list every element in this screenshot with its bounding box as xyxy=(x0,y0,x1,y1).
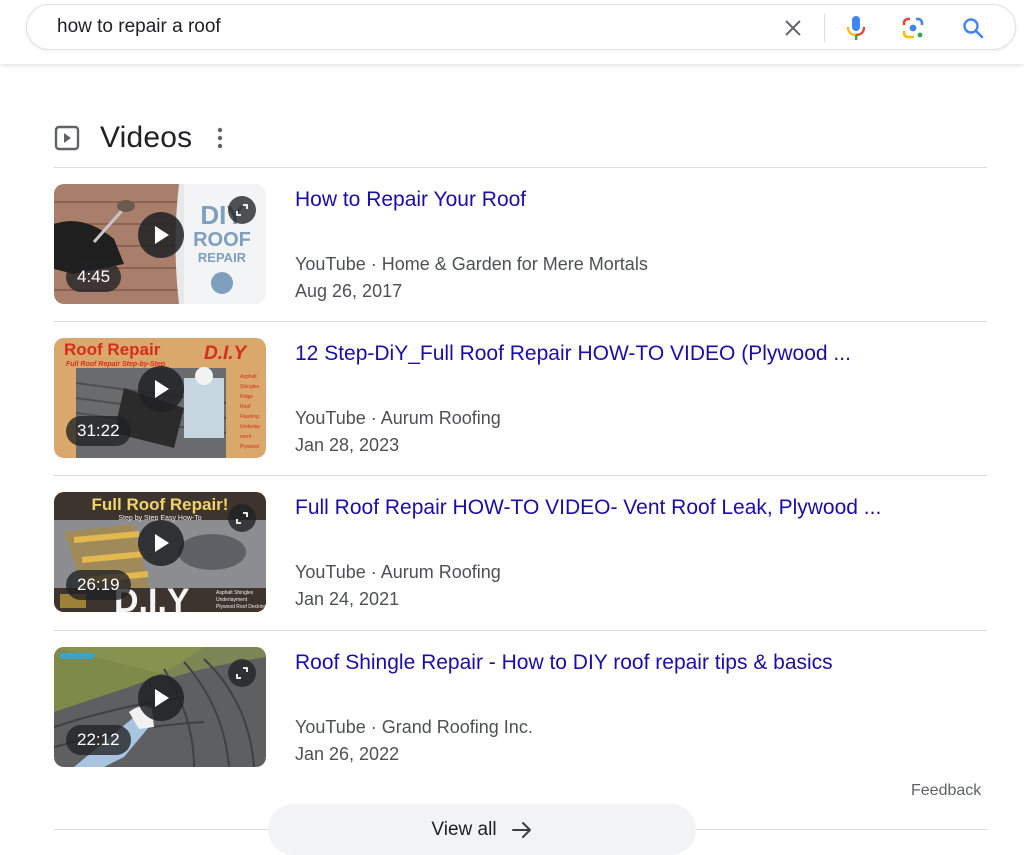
svg-text:ment: ment xyxy=(240,434,252,440)
svg-text:Shingles: Shingles xyxy=(240,384,260,390)
expand-icon xyxy=(236,667,248,679)
svg-text:ROOF: ROOF xyxy=(193,229,251,251)
divider xyxy=(54,475,987,476)
videos-section-header: Videos xyxy=(54,118,228,158)
divider xyxy=(54,630,987,631)
play-icon xyxy=(155,534,169,552)
video-result: DIY ROOF REPAIR 4:45 How to Repair Your … xyxy=(54,184,987,304)
video-result: Full Roof Repair! Step by Step Easy How-… xyxy=(54,492,987,612)
svg-text:Asphalt Shingles: Asphalt Shingles xyxy=(216,590,254,596)
video-title-link[interactable]: Full Roof Repair HOW-TO VIDEO- Vent Roof… xyxy=(295,496,881,520)
video-source: YouTube · Aurum Roofing xyxy=(295,562,501,582)
play-icon xyxy=(155,226,169,244)
lens-search-button[interactable] xyxy=(897,12,929,44)
expand-icon xyxy=(236,204,248,216)
video-result: Roof Repair D.I.Y Full Roof Repair Step-… xyxy=(54,338,987,458)
expand-preview-button[interactable] xyxy=(228,196,256,224)
video-thumbnail[interactable]: DIY ROOF REPAIR 4:45 xyxy=(54,184,266,304)
svg-text:D.I.Y: D.I.Y xyxy=(204,343,249,364)
svg-text:Plywood Roof Decking: Plywood Roof Decking xyxy=(216,604,266,610)
expand-preview-button[interactable] xyxy=(228,504,256,532)
clear-search-button[interactable] xyxy=(777,12,809,44)
divider xyxy=(54,321,987,322)
search-submit-button[interactable] xyxy=(957,12,989,44)
videos-heading: Videos xyxy=(100,121,193,154)
svg-text:Asphalt: Asphalt xyxy=(240,374,257,380)
svg-text:Plywood: Plywood xyxy=(240,444,259,450)
video-title-link[interactable]: How to Repair Your Roof xyxy=(295,188,526,212)
video-duration: 26:19 xyxy=(66,570,131,600)
video-date: Jan 28, 2023 xyxy=(295,435,400,455)
voice-search-button[interactable] xyxy=(840,12,872,44)
view-all-label: View all xyxy=(431,818,497,840)
video-duration: 4:45 xyxy=(66,262,122,292)
video-source: YouTube · Home & Garden for Mere Mortals xyxy=(295,254,648,274)
video-play-icon xyxy=(54,125,80,151)
divider xyxy=(54,167,987,168)
video-date: Aug 26, 2017 xyxy=(295,281,403,301)
search-header xyxy=(0,0,1024,64)
video-date: Jan 24, 2021 xyxy=(295,589,400,609)
svg-text:Full Roof Repair!: Full Roof Repair! xyxy=(92,495,229,514)
video-thumbnail[interactable]: Full Roof Repair! Step by Step Easy How-… xyxy=(54,492,266,612)
video-source: YouTube · Grand Roofing Inc. xyxy=(295,717,533,737)
search-input[interactable] xyxy=(57,5,757,49)
play-button[interactable] xyxy=(138,366,184,412)
view-all-button[interactable]: View all xyxy=(268,804,696,855)
video-duration: 22:12 xyxy=(66,725,131,755)
more-options-button[interactable] xyxy=(212,123,228,153)
svg-text:REPAIR: REPAIR xyxy=(198,250,247,265)
play-button[interactable] xyxy=(138,212,184,258)
microphone-icon xyxy=(846,16,866,40)
expand-preview-button[interactable] xyxy=(228,659,256,687)
video-source: YouTube · Aurum Roofing xyxy=(295,408,501,428)
arrow-right-icon xyxy=(511,821,531,838)
video-title-link[interactable]: 12 Step-DiY_Full Roof Repair HOW-TO VIDE… xyxy=(295,342,851,366)
play-icon xyxy=(155,380,169,398)
search-box xyxy=(26,4,1016,50)
svg-text:Underlay: Underlay xyxy=(240,424,261,430)
more-vert-icon xyxy=(218,127,223,149)
play-button[interactable] xyxy=(138,675,184,721)
video-thumbnail[interactable]: 22:12 xyxy=(54,647,266,767)
svg-text:Roof: Roof xyxy=(240,404,251,410)
play-button[interactable] xyxy=(138,520,184,566)
svg-text:Ridge: Ridge xyxy=(240,394,253,400)
search-divider xyxy=(824,14,825,42)
play-icon xyxy=(155,689,169,707)
expand-icon xyxy=(236,512,248,524)
search-icon xyxy=(963,18,984,39)
video-date: Jan 26, 2022 xyxy=(295,744,400,764)
feedback-link[interactable]: Feedback xyxy=(911,782,981,800)
video-result: 22:12 Roof Shingle Repair - How to DIY r… xyxy=(54,647,987,767)
svg-text:Roof Repair: Roof Repair xyxy=(64,340,161,359)
svg-text:Underlayment: Underlayment xyxy=(216,597,248,603)
close-icon xyxy=(785,20,801,36)
video-thumbnail[interactable]: Roof Repair D.I.Y Full Roof Repair Step-… xyxy=(54,338,266,458)
video-duration: 31:22 xyxy=(66,416,131,446)
svg-text:Flashing: Flashing xyxy=(240,414,259,420)
google-lens-icon xyxy=(902,17,924,39)
video-title-link[interactable]: Roof Shingle Repair - How to DIY roof re… xyxy=(295,651,833,675)
